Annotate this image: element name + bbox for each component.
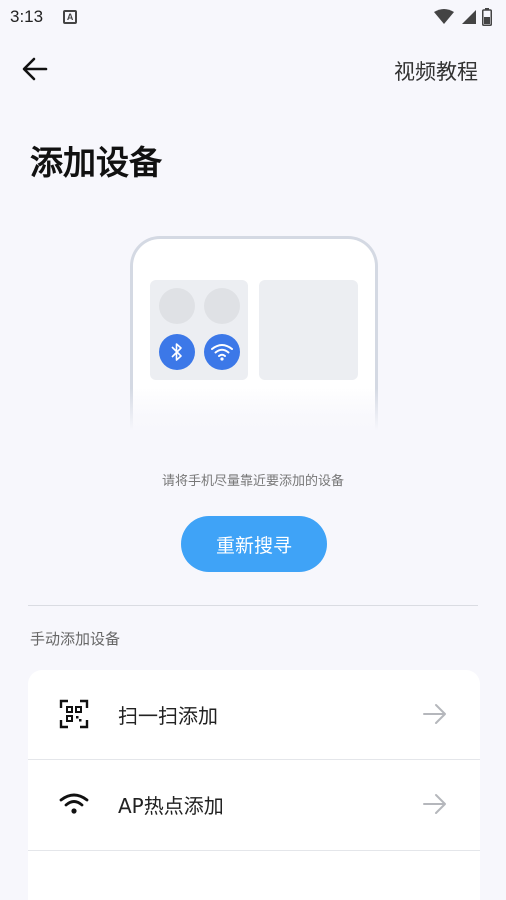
manual-add-section-label: 手动添加设备 bbox=[30, 630, 121, 648]
manual-add-card: 扫一扫添加 AP热点添加 bbox=[28, 670, 480, 900]
phone-illustration bbox=[126, 236, 382, 438]
illustration-panel-left bbox=[150, 280, 248, 380]
scan-qr-add-row[interactable]: 扫一扫添加 bbox=[28, 670, 480, 758]
signal-icon bbox=[462, 10, 476, 24]
wifi-icon bbox=[434, 9, 454, 24]
wifi-icon bbox=[204, 334, 240, 370]
back-arrow-icon bbox=[22, 57, 48, 81]
proximity-hint: 请将手机尽量靠近要添加的设备 bbox=[161, 474, 344, 489]
wifi-icon bbox=[58, 788, 90, 820]
row-divider bbox=[28, 850, 480, 851]
back-button[interactable] bbox=[18, 54, 52, 84]
qr-scan-icon bbox=[58, 698, 90, 730]
arrow-right-icon bbox=[423, 704, 446, 724]
status-bar: 3:13 A bbox=[0, 0, 506, 34]
status-icons bbox=[434, 8, 492, 26]
arrow-right-icon bbox=[423, 794, 446, 814]
a-letter-icon: A bbox=[63, 10, 78, 24]
ap-hotspot-add-label: AP热点添加 bbox=[118, 793, 224, 818]
placeholder-dot bbox=[204, 288, 240, 324]
rescan-button[interactable]: 重新搜寻 bbox=[181, 516, 327, 572]
top-bar: 视频教程 bbox=[0, 44, 506, 94]
video-tutorial-link[interactable]: 视频教程 bbox=[394, 56, 478, 86]
status-time: 3:13 bbox=[10, 7, 44, 26]
page-title: 添加设备 bbox=[30, 143, 162, 182]
ap-hotspot-add-row[interactable]: AP热点添加 bbox=[28, 760, 480, 848]
illustration-panel-right bbox=[259, 280, 358, 380]
placeholder-dot bbox=[159, 288, 195, 324]
section-divider bbox=[28, 605, 478, 606]
phone-fade bbox=[126, 388, 382, 438]
bluetooth-icon bbox=[159, 334, 195, 370]
scan-qr-add-label: 扫一扫添加 bbox=[118, 703, 218, 728]
battery-icon bbox=[482, 8, 492, 26]
